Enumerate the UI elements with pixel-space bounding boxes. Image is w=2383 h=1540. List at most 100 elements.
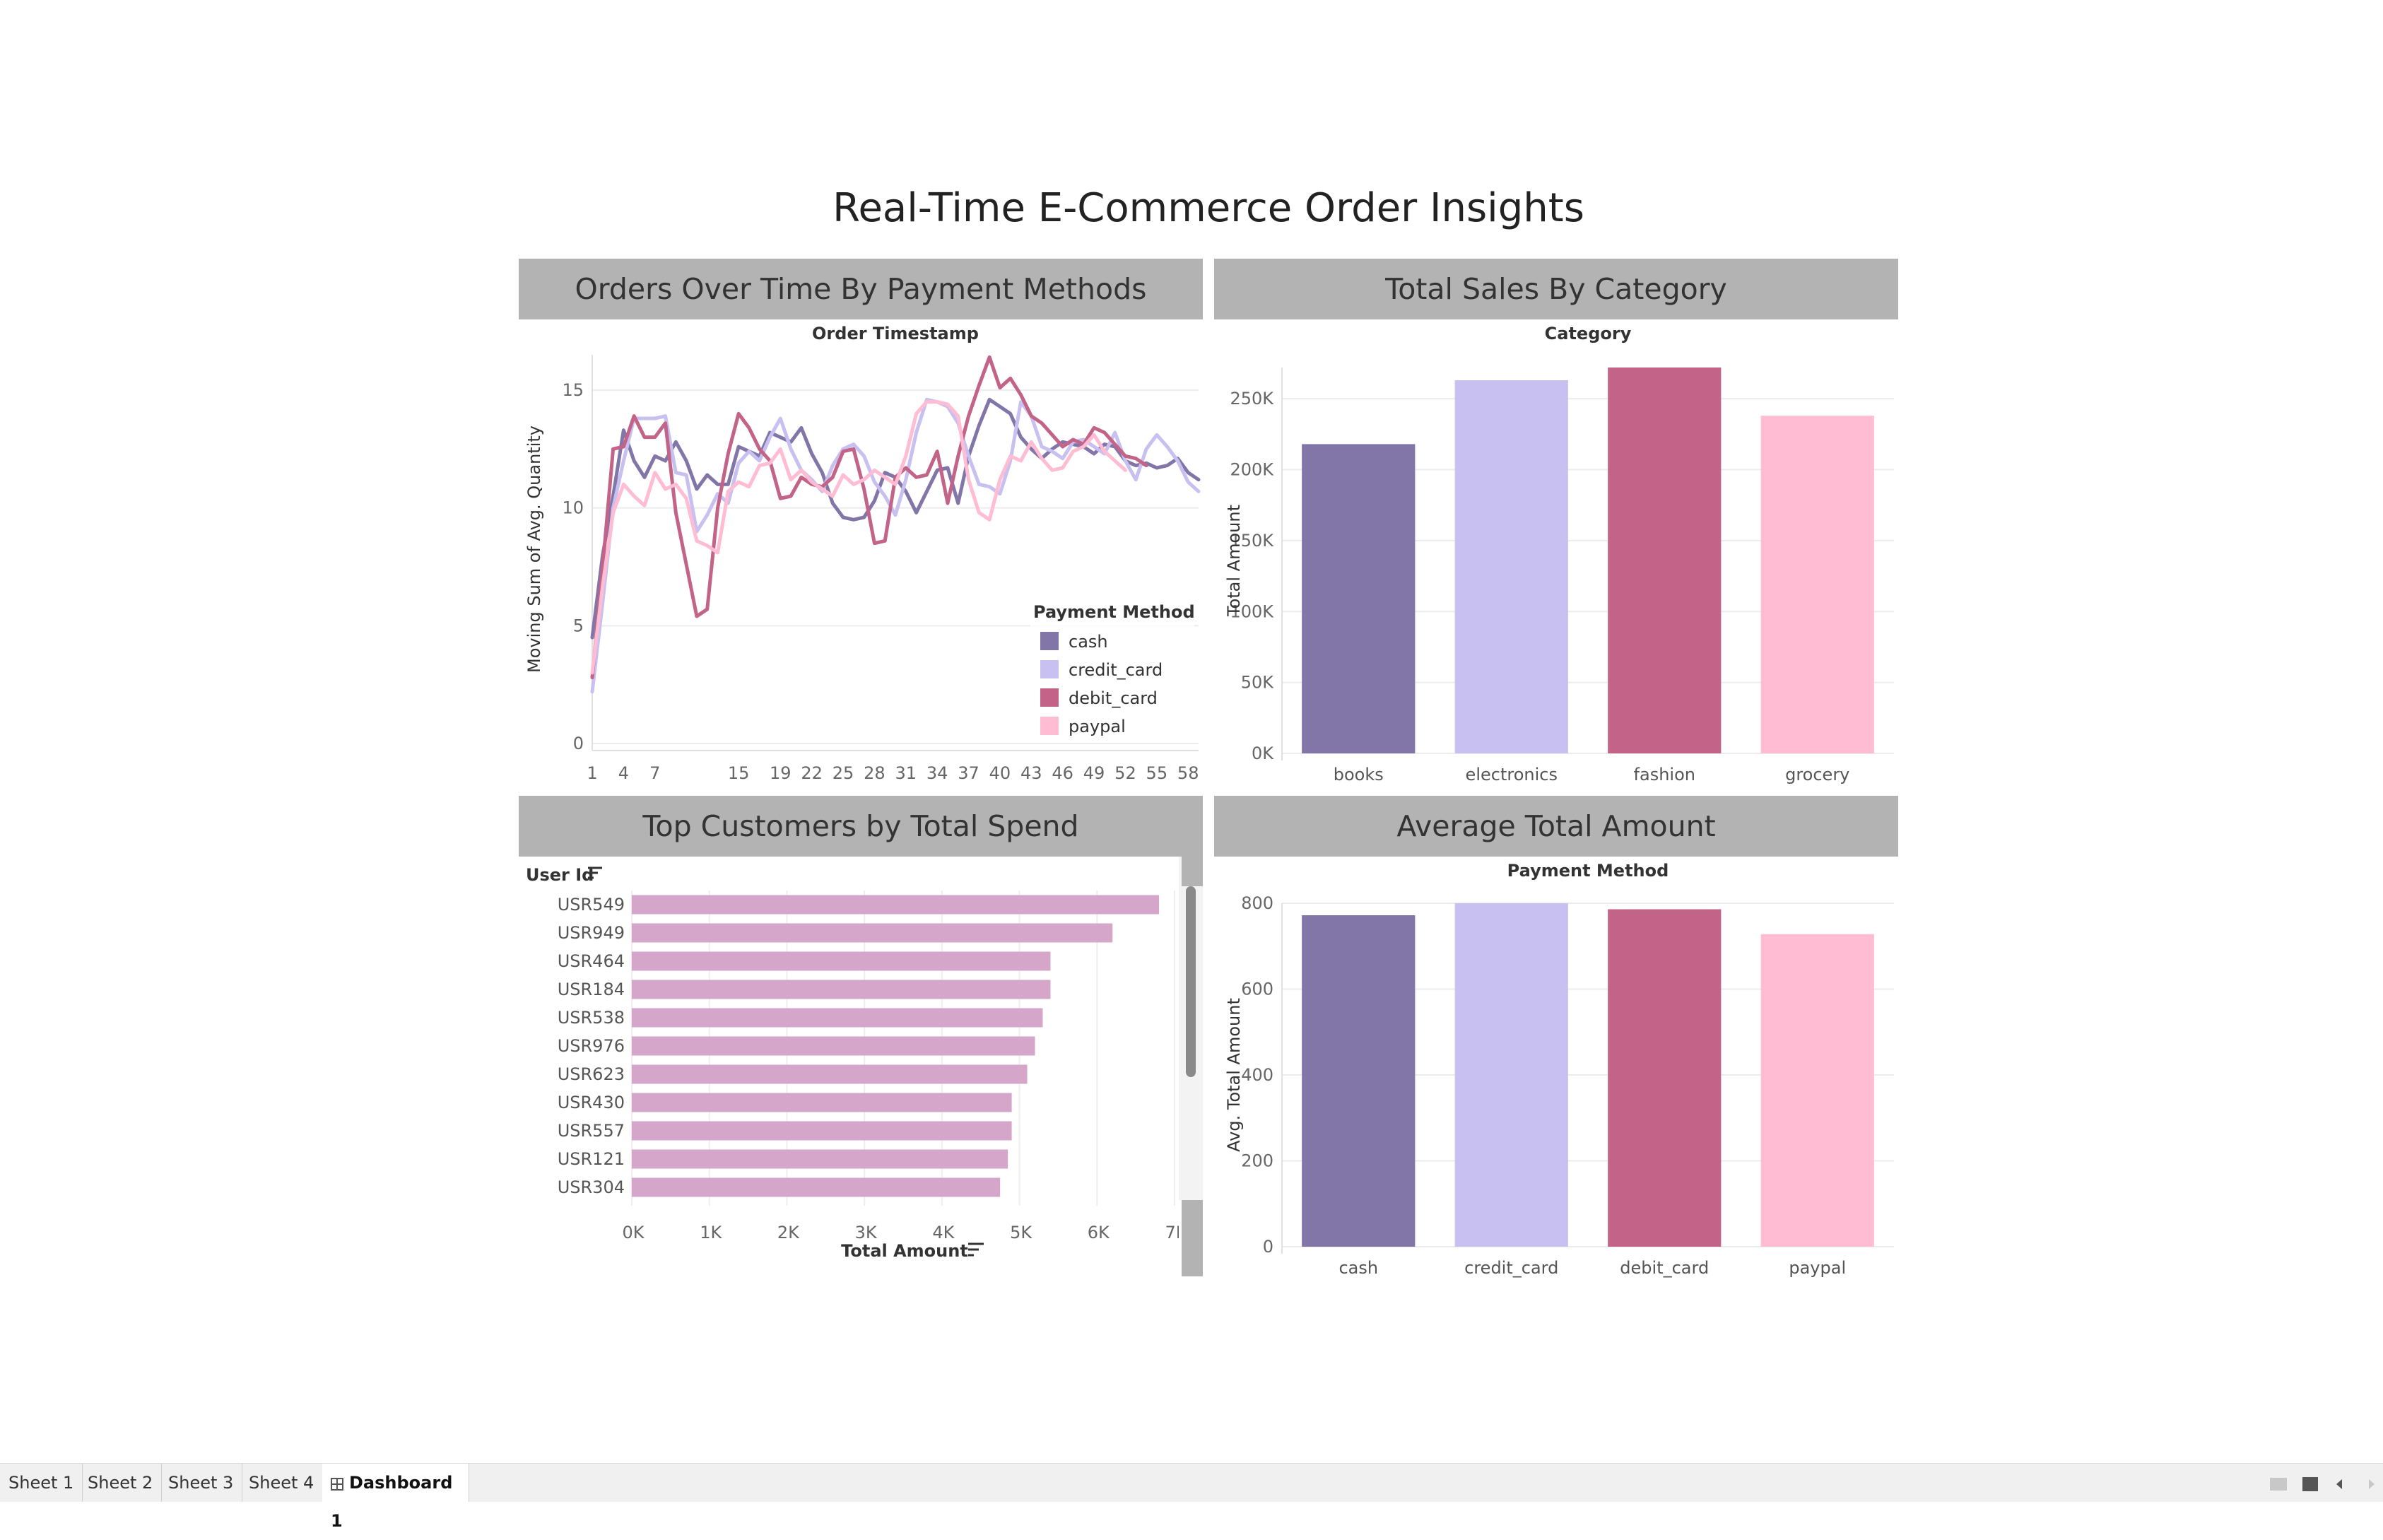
column-header-label: Order Timestamp [812,324,979,343]
bar-paypal[interactable] [1760,934,1874,1247]
sales-by-category-header: Total Sales By Category [1214,259,1898,319]
row-label: USR430 [558,1093,625,1112]
y-tick-label: 200K [1230,460,1274,480]
bar-grocery[interactable] [1760,416,1874,753]
previous-tab-icon[interactable] [2336,1479,2342,1489]
legend-swatch-credit-card[interactable] [1040,660,1059,678]
legend-label[interactable]: paypal [1069,717,1126,736]
customer-bar[interactable] [632,1177,1001,1197]
customer-bar[interactable] [632,923,1113,943]
bar-debit-card[interactable] [1608,909,1722,1247]
legend-swatch-paypal[interactable] [1040,717,1059,735]
customer-bar[interactable] [632,1036,1035,1056]
avg-total-amount-header: Average Total Amount [1214,796,1898,857]
row-header-label: User Id [526,865,594,885]
bar-books[interactable] [1302,444,1416,753]
bar-credit-card[interactable] [1454,903,1568,1247]
x-tick-label: 4K [932,1223,955,1242]
x-category-label: fashion [1634,765,1695,784]
customer-bar[interactable] [632,895,1160,915]
customer-bar[interactable] [632,951,1051,971]
scroll-header-corner [1182,857,1203,886]
row-label: USR623 [558,1064,625,1084]
row-label: USR949 [558,923,625,943]
sheet-tab-bar: Sheet 1 Sheet 2 Sheet 3 Sheet 4 Dashboar… [0,1463,2383,1531]
x-tick-label: 37 [958,763,979,783]
x-category-label: cash [1338,1258,1378,1278]
row-label: USR549 [558,895,625,915]
x-tick-label: 40 [989,763,1011,783]
y-tick-label: 600 [1241,980,1273,999]
sales-by-category-chart[interactable]: Category0K50K100K150K200K250KTotal Amoun… [1214,319,1898,786]
x-tick-label: 28 [864,763,885,783]
bar-electronics[interactable] [1454,380,1568,753]
orders-over-time-header: Orders Over Time By Payment Methods [519,259,1203,319]
y-axis-title: Avg. Total Amount [1224,998,1244,1152]
next-tab-icon[interactable] [2369,1479,2375,1489]
scrollbar-thumb[interactable] [1186,886,1196,1077]
tab-dashboard-1[interactable]: Dashboard 1 [322,1464,469,1531]
x-tick-label: 19 [770,763,792,783]
x-tick-label: 1 [587,763,597,783]
legend-label[interactable]: credit_card [1069,660,1163,680]
x-tick-label: 5K [1010,1223,1032,1242]
row-label: USR184 [558,980,625,999]
x-tick-label: 0K [622,1223,645,1242]
x-tick-label: 7 [649,763,660,783]
avg-total-amount-chart[interactable]: Payment Method 0 200 400 600 800 Avg. Total Am… [1214,857,1898,1279]
x-tick-label: 52 [1114,763,1136,783]
y-tick-label: 15 [562,380,584,400]
x-tick-label: 4 [618,763,629,783]
top-customers-chart[interactable]: User Id 0K 1K 2K 3K 4K 5K 6K 7K USR549 USR949 USR46… [519,857,1179,1279]
top-customers-header: Top Customers by Total Spend [519,796,1203,857]
sort-icon[interactable] [968,1242,984,1257]
tab-sheet-3[interactable]: Sheet 3 [160,1464,243,1502]
scroll-footer-corner [1182,1200,1203,1276]
row-label: USR976 [558,1036,625,1056]
y-tick-label: 400 [1241,1065,1273,1085]
x-tick-label: 34 [926,763,948,783]
x-category-label: books [1334,765,1384,784]
filmstrip-view-icon[interactable] [2270,1478,2287,1491]
y-tick-label: 0 [1263,1237,1273,1257]
y-axis-title: Moving Sum of Avg. Quantity [524,425,544,673]
top-customers-scrollbar[interactable] [1179,857,1203,1200]
tab-bar-controls[interactable] [2269,1474,2375,1495]
customer-bar[interactable] [632,1093,1012,1112]
row-label: USR538 [558,1008,625,1028]
tab-sheet-2[interactable]: Sheet 2 [79,1464,163,1502]
x-category-label: credit_card [1464,1258,1558,1278]
dashboard-title: Real-Time E-Commerce Order Insights [832,185,1584,231]
tab-sheet-4[interactable]: Sheet 4 [240,1464,324,1502]
bar-fashion[interactable] [1608,368,1722,753]
x-category-label: paypal [1789,1258,1846,1278]
x-tick-label: 2K [777,1223,800,1242]
row-label: USR464 [558,951,625,971]
column-header-label: Category [1545,324,1632,343]
orders-over-time-chart[interactable]: Order Timestamp 0 5 10 15 1 4 7 15 19 22 25 28 31 34 37… [519,319,1203,786]
customer-bar[interactable] [632,1008,1043,1028]
y-tick-label: 200 [1241,1151,1273,1171]
tab-view-icon[interactable] [2302,1477,2318,1491]
x-tick-label: 58 [1177,763,1199,783]
customer-bar[interactable] [632,1064,1028,1084]
legend-label[interactable]: cash [1069,632,1108,652]
y-tick-label: 250K [1230,389,1274,408]
bar-cash[interactable] [1302,915,1416,1247]
customer-bar[interactable] [632,1121,1012,1141]
x-category-label: debit_card [1620,1258,1709,1278]
dashboard-grid-icon [331,1478,343,1491]
customer-bar[interactable] [632,980,1051,999]
x-category-label: grocery [1785,765,1849,784]
legend-title: Payment Method [1033,602,1195,622]
legend-label[interactable]: debit_card [1069,688,1158,708]
x-tick-label: 49 [1083,763,1105,783]
legend-swatch-cash[interactable] [1040,632,1059,650]
y-axis-title: Total Amount [1224,505,1244,617]
y-tick-label: 5 [573,616,584,635]
legend-swatch-debit-card[interactable] [1040,688,1059,707]
tab-sheet-1[interactable]: Sheet 1 [0,1464,83,1502]
customer-bar[interactable] [632,1149,1008,1169]
x-axis-title: Total Amount [841,1241,968,1261]
row-label: USR121 [558,1149,625,1169]
